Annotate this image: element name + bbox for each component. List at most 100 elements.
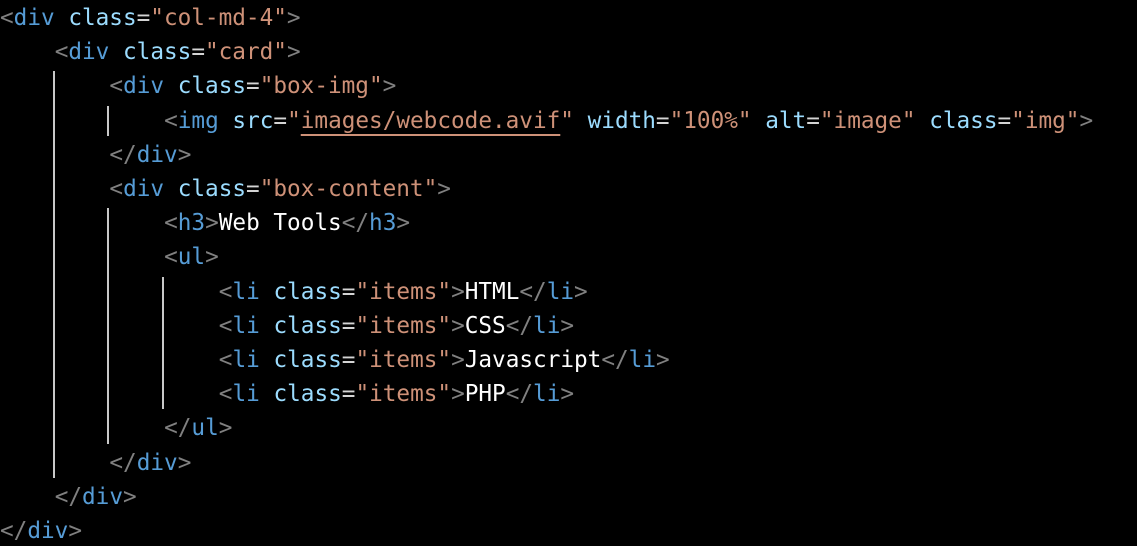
code-line[interactable]: </div> [109,446,191,480]
code-token-attr: class [273,381,342,408]
code-token-bracket: > [286,39,301,66]
code-line[interactable]: <h3>Web Tools</h3> [164,206,410,240]
code-token-str: "items" [355,381,452,408]
code-token-text: CSS [464,312,506,339]
code-token-attr: class [929,107,998,134]
code-token-str: "items" [355,347,452,373]
code-line[interactable]: </ul> [164,411,232,445]
code-token-str: "img" [1011,107,1080,134]
code-token-bracket: </ [601,347,629,373]
code-editor[interactable]: <div class="col-md-4"> <div class="card">… [0,0,1137,546]
code-token-bracket: > [451,312,465,339]
code-token-bracket: > [437,176,451,202]
code-token-bracket: > [177,449,192,476]
code-token-bracket: > [382,73,397,100]
code-token-tag: div [123,176,165,202]
code-token-bracket: < [0,5,14,31]
code-token-tag: li [232,381,260,408]
indent-guide [52,71,55,478]
code-token-eq: = [655,107,670,134]
code-token-bracket: < [218,347,233,373]
code-token-tag: li [546,278,575,305]
code-token-bracket: </ [0,518,28,544]
code-token-bracket: > [205,210,219,237]
code-token-bracket: > [451,347,465,373]
code-line[interactable]: </div> [109,138,191,172]
code-token-text: PHP [464,381,506,408]
code-token-tag: li [232,312,260,339]
code-token-str: "image" [819,107,916,134]
code-token-str: "col-md-4" [150,5,287,31]
code-token-text: HTML [464,278,520,305]
code-token-eq: = [341,278,356,305]
code-line[interactable]: <li class="items">HTML</li> [219,275,588,309]
code-token-tag: li [628,347,656,373]
code-token-bracket: < [109,176,124,202]
code-token-bracket: > [68,518,82,544]
code-token-str: " [287,107,301,134]
code-token-bracket: > [218,415,233,442]
code-token-attr: width [587,107,656,134]
code-token-tag: div [27,518,69,544]
code-line[interactable]: <div class="col-md-4"> [0,1,301,35]
code-token-bracket: < [218,381,233,408]
indent-guide [107,208,110,444]
code-line[interactable]: <div class="box-img"> [109,69,396,103]
code-token-bracket: </ [505,312,534,339]
indent-guide [107,105,110,136]
code-token-bracket: < [54,39,69,66]
code-token-bracket: > [451,381,465,408]
code-line[interactable]: <img src="images/webcode.avif" width="10… [164,104,1093,138]
code-line[interactable]: <div class="card"> [55,35,301,69]
code-token-bracket: < [218,312,233,339]
code-token-bracket: </ [109,449,137,476]
code-token-bracket: > [177,141,192,168]
code-token-bracket: < [164,107,178,134]
code-token-eq: = [341,312,356,339]
code-token-attr: class [273,347,342,373]
code-token-eq: = [341,347,356,373]
code-token-eq: = [273,107,288,134]
code-token-tag: li [232,278,260,305]
code-token-eq: = [136,5,151,31]
code-line[interactable]: <li class="items">Javascript</li> [219,343,670,377]
code-token-str: "items" [355,278,452,305]
code-token-bracket: </ [54,483,83,510]
code-line[interactable]: </div> [55,480,137,514]
code-token-tag: div [136,141,178,168]
code-token-link[interactable]: images/webcode.avif [301,108,561,134]
code-token-str: "box-content" [259,176,438,202]
code-token-bracket: > [286,5,301,31]
code-token-bracket: </ [109,141,137,168]
code-token-bracket: > [655,347,670,373]
code-line[interactable]: <li class="items">PHP</li> [219,377,574,411]
code-line[interactable]: <li class="items">CSS</li> [219,309,574,343]
code-token-eq: = [191,39,205,66]
code-token-bracket: < [218,278,233,305]
code-line[interactable]: </div> [0,514,82,546]
code-token-bracket: > [560,312,575,339]
code-token-tag: h3 [177,210,206,237]
code-token-tag: li [533,312,561,339]
code-token-attr: alt [765,107,807,134]
code-token-bracket: < [109,73,124,100]
code-token-eq: = [341,381,356,408]
code-token-tag: ul [191,415,219,442]
code-line[interactable]: <ul> [164,240,219,274]
code-token-bracket: < [164,210,178,237]
code-token-eq: = [806,107,820,134]
code-token-bracket: </ [505,381,534,408]
code-token-tag: li [232,347,260,373]
code-token-str: "card" [204,39,287,66]
code-line[interactable]: <div class="box-content"> [109,172,451,206]
code-token-tag: ul [177,244,206,271]
